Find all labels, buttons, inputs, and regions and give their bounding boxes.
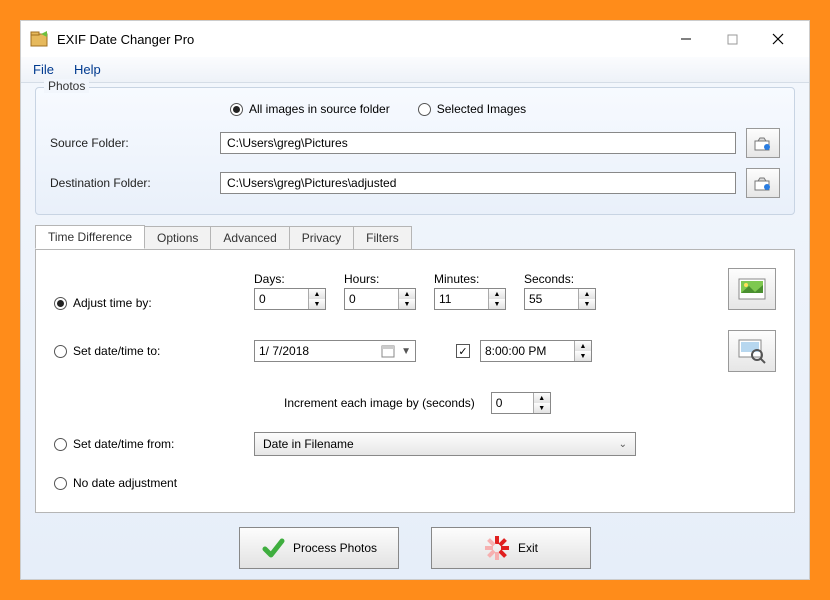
dest-folder-input[interactable] <box>220 172 736 194</box>
radio-set-from[interactable]: Set date/time from: <box>54 437 244 451</box>
minutes-label: Minutes: <box>434 272 506 286</box>
inspect-photo-button[interactable] <box>728 330 776 372</box>
window-title: EXIF Date Changer Pro <box>57 32 663 47</box>
photo-magnify-icon <box>737 338 767 364</box>
tab-body: Adjust time by: Days: 0▲▼ Hours: 0▲▼ Min… <box>35 249 795 513</box>
tabs-strip: Time Difference Options Advanced Privacy… <box>35 225 795 249</box>
tab-options[interactable]: Options <box>144 226 211 249</box>
close-button[interactable] <box>755 24 801 54</box>
menu-help[interactable]: Help <box>74 62 101 77</box>
tab-time-difference[interactable]: Time Difference <box>35 225 145 249</box>
photos-group-title: Photos <box>44 79 89 93</box>
menu-file[interactable]: File <box>33 62 54 77</box>
photo-icon <box>737 277 767 301</box>
title-bar: EXIF Date Changer Pro <box>21 21 809 57</box>
radio-set-datetime[interactable]: Set date/time to: <box>54 344 244 358</box>
radio-no-adjustment[interactable]: No date adjustment <box>54 476 244 490</box>
radio-all-images[interactable]: All images in source folder <box>230 102 390 116</box>
browse-dest-button[interactable] <box>746 168 780 198</box>
app-icon <box>29 29 49 49</box>
hours-spinner[interactable]: 0▲▼ <box>344 288 416 310</box>
seconds-spinner[interactable]: 55▲▼ <box>524 288 596 310</box>
folder-open-icon <box>753 134 773 152</box>
radio-adjust-time[interactable]: Adjust time by: <box>54 296 244 310</box>
date-source-combo[interactable]: Date in Filename⌄ <box>254 432 636 456</box>
preview-photo-button[interactable] <box>728 268 776 310</box>
dest-folder-label: Destination Folder: <box>50 176 210 190</box>
time-spinner[interactable]: 8:00:00 PM▲▼ <box>480 340 592 362</box>
hours-label: Hours: <box>344 272 416 286</box>
browse-source-button[interactable] <box>746 128 780 158</box>
process-button[interactable]: Process Photos <box>239 527 399 569</box>
tab-advanced[interactable]: Advanced <box>210 226 289 249</box>
radio-selected-images[interactable]: Selected Images <box>418 102 526 116</box>
exit-icon <box>484 535 510 561</box>
calendar-icon <box>381 344 395 358</box>
minimize-button[interactable] <box>663 24 709 54</box>
tab-privacy[interactable]: Privacy <box>289 226 354 249</box>
source-folder-input[interactable] <box>220 132 736 154</box>
maximize-button[interactable] <box>709 24 755 54</box>
tab-filters[interactable]: Filters <box>353 226 412 249</box>
folder-open-icon <box>753 174 773 192</box>
action-buttons: Process Photos Exit <box>35 527 795 569</box>
time-enable-checkbox[interactable]: ✓ <box>456 344 470 358</box>
checkmark-icon <box>261 536 285 560</box>
days-label: Days: <box>254 272 326 286</box>
seconds-label: Seconds: <box>524 272 596 286</box>
content-area: Photos All images in source folder Selec… <box>21 83 809 579</box>
source-folder-label: Source Folder: <box>50 136 210 150</box>
minutes-spinner[interactable]: 11▲▼ <box>434 288 506 310</box>
days-spinner[interactable]: 0▲▼ <box>254 288 326 310</box>
app-window: EXIF Date Changer Pro File Help Photos A… <box>20 20 810 580</box>
photos-group: Photos All images in source folder Selec… <box>35 87 795 215</box>
exit-button[interactable]: Exit <box>431 527 591 569</box>
increment-spinner[interactable]: 0▲▼ <box>491 392 551 414</box>
menu-bar: File Help <box>21 57 809 83</box>
date-picker[interactable]: 1/ 7/2018 ▼ <box>254 340 416 362</box>
increment-label: Increment each image by (seconds) <box>284 396 475 410</box>
